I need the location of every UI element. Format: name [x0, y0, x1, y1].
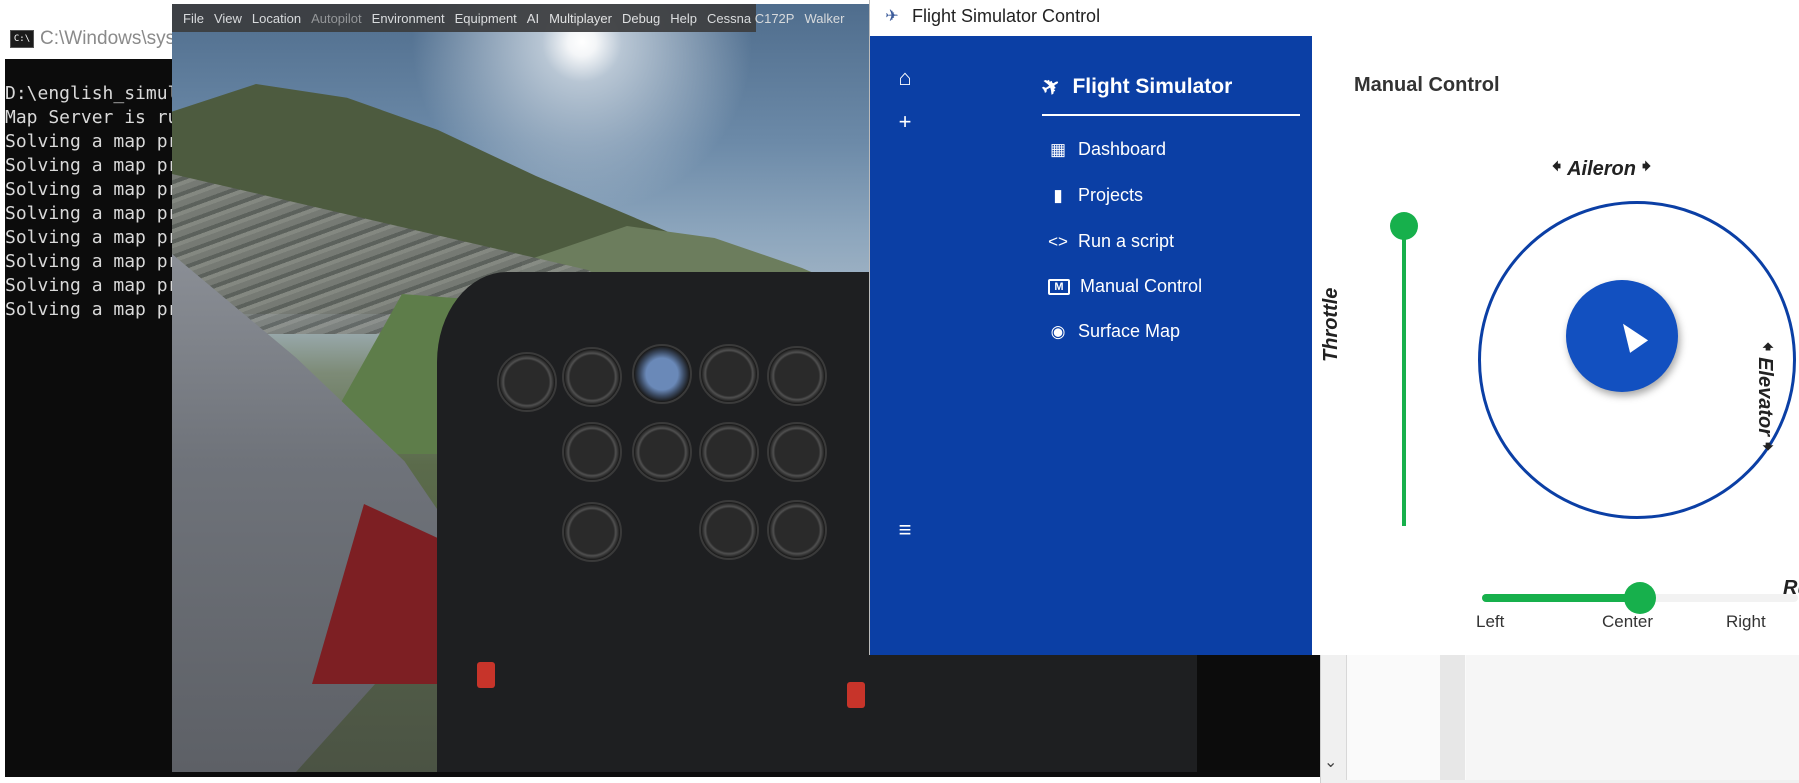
arrow-left-icon: 🠸 [1552, 156, 1562, 176]
control-window: ✈ Flight Simulator Control ⌂ + ≡ ✈ Fligh… [870, 0, 1799, 655]
aileron-text: Aileron [1567, 157, 1636, 180]
console-title: C:\Windows\syst [40, 28, 181, 49]
gauge-icon [497, 352, 557, 412]
icon-rail: ⌂ + ≡ [870, 36, 942, 655]
nav-dashboard[interactable]: ▦ Dashboard [1048, 139, 1166, 160]
nav-run-script[interactable]: <> Run a script [1048, 231, 1174, 252]
console-icon: C:\ [10, 30, 34, 48]
console-line: Solving a map pr [5, 275, 179, 296]
nav-manual-control[interactable]: M Manual Control [1048, 276, 1202, 297]
menu-equipment[interactable]: Equipment [450, 11, 522, 26]
arrow-up-icon: 🠸 [1758, 342, 1778, 352]
code-icon: <> [1048, 231, 1068, 251]
window-title: Flight Simulator Control [912, 6, 1101, 26]
globe-icon: ◉ [1050, 321, 1066, 341]
gauge-icon [562, 422, 622, 482]
nav-projects[interactable]: ▮ Projects [1048, 185, 1143, 206]
nav-label: Dashboard [1078, 139, 1167, 159]
add-icon[interactable]: + [887, 104, 923, 140]
gauge-icon [699, 422, 759, 482]
console-line: Solving a map pr [5, 179, 179, 200]
menu-help[interactable]: Help [665, 11, 702, 26]
background-scrollbar[interactable] [1440, 655, 1465, 780]
gauge-icon [632, 422, 692, 482]
menu-icon[interactable]: ≡ [887, 512, 923, 548]
brand-label: Flight Simulator [1072, 75, 1233, 98]
console-lines: D:\english_simul Map Server is ru Solving … [5, 82, 178, 322]
rudder-label: Rudd [1783, 577, 1799, 599]
rudder-tick-right: Right [1726, 612, 1766, 631]
airplane-icon: ✈ [1036, 71, 1066, 103]
nav-label: Surface Map [1078, 321, 1181, 341]
gauge-icon [767, 422, 827, 482]
rudder-tick-center: Center [1602, 612, 1654, 631]
gauge-icon [699, 344, 759, 404]
brand-divider [1042, 114, 1300, 116]
gauge-icon [562, 502, 622, 562]
menu-debug[interactable]: Debug [617, 11, 665, 26]
arrow-right-icon: 🠺 [1641, 156, 1652, 176]
sidebar: ✈ Flight Simulator ▦ Dashboard ▮ Project… [942, 36, 1312, 655]
dashboard-icon: ▦ [1049, 139, 1067, 159]
chevron-down-icon[interactable]: ⌄ [1324, 752, 1337, 772]
console-line: Solving a map pr [5, 227, 179, 248]
menu-autopilot[interactable]: Autopilot [306, 11, 367, 26]
app-airplane-icon: ✈ [885, 8, 899, 25]
menu-location[interactable]: Location [247, 11, 306, 26]
throttle-label: Throttle [1320, 287, 1342, 362]
page-title: Manual Control [1354, 74, 1500, 96]
markdown-icon: M [1048, 278, 1070, 295]
console-line: Solving a map pr [5, 251, 179, 272]
home-icon[interactable]: ⌂ [887, 60, 923, 96]
mixture-knob-icon [847, 682, 865, 708]
console-line: D:\english_simul [5, 83, 179, 104]
nav-label: Manual Control [1080, 276, 1203, 296]
folder-icon: ▮ [1053, 185, 1063, 205]
rudder-slider-fill [1482, 594, 1640, 602]
menu-walker[interactable]: Walker [799, 11, 849, 26]
rudder-slider-thumb[interactable] [1624, 582, 1656, 614]
menu-file[interactable]: File [178, 11, 209, 26]
gauge-icon [767, 346, 827, 406]
elevator-text: Elevator [1754, 357, 1777, 437]
throttle-slider-thumb[interactable] [1390, 212, 1418, 240]
console-line: Solving a map pr [5, 299, 179, 320]
control-titlebar[interactable]: ✈ Flight Simulator Control [870, 0, 1799, 36]
menu-environment[interactable]: Environment [367, 11, 450, 26]
attitude-indicator-icon [632, 344, 692, 404]
nav-label: Projects [1078, 185, 1144, 205]
menu-ai[interactable]: AI [522, 11, 544, 26]
gauge-icon [562, 347, 622, 407]
brand[interactable]: ✈ Flight Simulator [1037, 71, 1233, 102]
nav-surface-map[interactable]: ◉ Surface Map [1048, 321, 1180, 342]
menu-multiplayer[interactable]: Multiplayer [544, 11, 617, 26]
throttle-slider-track[interactable] [1402, 226, 1406, 526]
menu-view[interactable]: View [209, 11, 247, 26]
arrow-down-icon: 🠺 [1758, 442, 1778, 452]
gauge-icon [699, 500, 759, 560]
nav-label: Run a script [1078, 231, 1175, 251]
background-pane [1466, 655, 1799, 780]
gauge-icon [767, 500, 827, 560]
rudder-tick-left: Left [1476, 612, 1505, 631]
console-line: Map Server is ru [5, 107, 179, 128]
console-line: Solving a map pr [5, 131, 179, 152]
console-line: Solving a map pr [5, 203, 179, 224]
master-switch-icon [477, 662, 495, 688]
sim-menubar: File View Location Autopilot Environment… [172, 4, 844, 32]
menu-aircraft[interactable]: Cessna C172P [702, 11, 799, 26]
console-line: Solving a map pr [5, 155, 179, 176]
elevator-label: 🠸 Elevator 🠺 [1750, 342, 1780, 451]
manual-control-panel: Manual Control 🠸 Aileron 🠺 Throttle 🠸 El… [1312, 36, 1799, 655]
aileron-label: 🠸 Aileron 🠺 [1552, 154, 1651, 184]
